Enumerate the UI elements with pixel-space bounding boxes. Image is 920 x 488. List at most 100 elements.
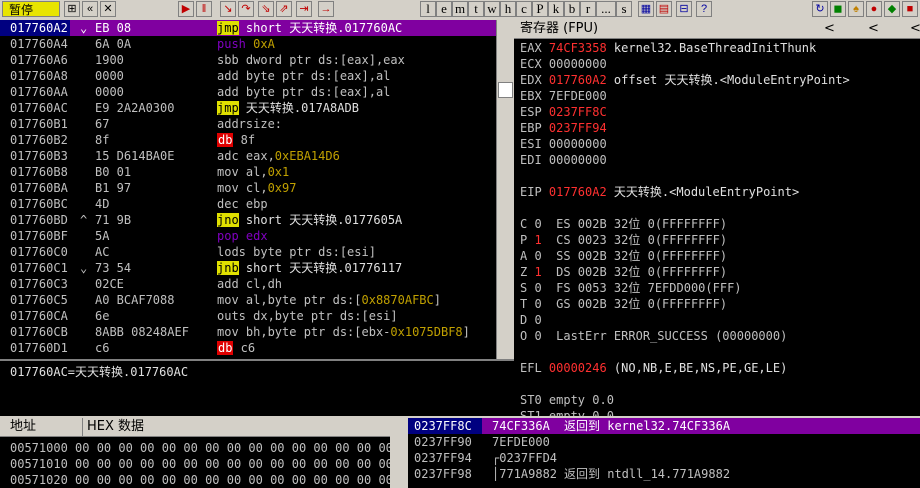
- disasm-row[interactable]: 017760AA 0000 add byte ptr ds:[eax],al: [0, 84, 496, 100]
- disassembly-scrollbar[interactable]: [496, 20, 515, 359]
- disasm-row[interactable]: 017760D1 c6 db c6: [0, 340, 496, 356]
- toolbar-e[interactable]: e: [436, 1, 452, 17]
- register-line[interactable]: EDI 00000000: [520, 152, 607, 168]
- scroll-thumb[interactable]: [498, 82, 513, 98]
- disasm-row[interactable]: 017760B3 15 D614BA0E adc eax,0xEBA14D6: [0, 148, 496, 164]
- record-icon[interactable]: ●: [866, 1, 882, 17]
- toolbar-l[interactable]: l: [420, 1, 436, 17]
- plugin-icon[interactable]: ◼: [830, 1, 846, 17]
- register-line[interactable]: P 1 CS 0023 32位 0(FFFFFFFF): [520, 232, 727, 248]
- refresh-icon[interactable]: ↻: [812, 1, 828, 17]
- stack-pane[interactable]: 0237FF8C 74CF336A 返回到 kernel32.74CF336A 023…: [408, 418, 920, 488]
- register-line[interactable]: O 0 LastErr ERROR_SUCCESS (00000000): [520, 328, 787, 344]
- chevron-left-icon[interactable]: <: [910, 20, 920, 38]
- disasm-row[interactable]: 017760C1 ⌄ 73 54 jnb short 天天转换.01776117: [0, 260, 496, 276]
- register-line[interactable]: ST1 empty 0.0: [520, 408, 614, 416]
- disasm-row[interactable]: 017760C3 02CE add cl,dh: [0, 276, 496, 292]
- disasm-address: 017760C0: [10, 245, 68, 259]
- options-icon[interactable]: ⊟: [676, 1, 692, 17]
- dump-pane[interactable]: 地址 HEX 数据 00571000 00 00 00 00 00 00 00 …: [0, 418, 408, 488]
- disasm-row[interactable]: 017760C0 AC lods byte ptr ds:[esi]: [0, 244, 496, 260]
- stack-row[interactable]: 0237FF8C 74CF336A 返回到 kernel32.74CF336A: [408, 418, 920, 434]
- register-line[interactable]: EDX 017760A2 offset 天天转换.<ModuleEntryPoi…: [520, 72, 850, 88]
- disasm-row[interactable]: 017760A2 ⌄ EB 08 jmp short 天天转换.017760AC: [0, 20, 496, 36]
- register-line[interactable]: ESI 00000000: [520, 136, 607, 152]
- toolbar-dots[interactable]: ...: [596, 1, 616, 17]
- step-over-icon[interactable]: ↷: [238, 1, 254, 17]
- windows-icon[interactable]: ▦: [638, 1, 654, 17]
- asm-token: db: [217, 133, 234, 147]
- open-icon[interactable]: ⊞: [64, 1, 80, 17]
- toolbar-p[interactable]: P: [532, 1, 548, 17]
- toolbar-c[interactable]: c: [516, 1, 532, 17]
- disasm-row[interactable]: 017760BC 4D dec ebp: [0, 196, 496, 212]
- disasm-row[interactable]: 017760C5 A0 BCAF7088 mov al,byte ptr ds:[0…: [0, 292, 496, 308]
- run-icon[interactable]: ▶: [178, 1, 194, 17]
- stack-row[interactable]: 0237FF90 7EFDE000: [408, 434, 920, 450]
- dump-scrollbar[interactable]: [390, 436, 408, 488]
- register-line[interactable]: ST0 empty 0.0: [520, 392, 614, 408]
- register-line[interactable]: A 0 SS 002B 32位 0(FFFFFFFF): [520, 248, 727, 264]
- toolbar-b[interactable]: b: [564, 1, 580, 17]
- disasm-address: 017760A2: [10, 21, 68, 35]
- register-token: 017760A2: [548, 185, 607, 199]
- dump-row[interactable]: 00571010 00 00 00 00 00 00 00 00 00 00 0…: [10, 456, 408, 472]
- disasm-row[interactable]: 017760A4 6A 0A push 0xA: [0, 36, 496, 52]
- trace-into-icon[interactable]: ⇘: [258, 1, 274, 17]
- disasm-row[interactable]: 017760A8 0000 add byte ptr ds:[eax],al: [0, 68, 496, 84]
- disasm-row[interactable]: 017760BA B1 97 mov cl,0x97: [0, 180, 496, 196]
- plugin3-icon[interactable]: ◆: [884, 1, 900, 17]
- disasm-row[interactable]: 017760BD ^ 71 9B jno short 天天转换.0177605A: [0, 212, 496, 228]
- register-line[interactable]: C 0 ES 002B 32位 0(FFFFFFFF): [520, 216, 727, 232]
- disasm-row[interactable]: 017760BF 5A pop edx: [0, 228, 496, 244]
- dump-row[interactable]: 00571000 00 00 00 00 00 00 00 00 00 00 0…: [10, 440, 408, 456]
- disassembly-pane[interactable]: 017760A2 ⌄ EB 08 jmp short 天天转换.017760AC 017…: [0, 20, 496, 359]
- stack-row[interactable]: 0237FF98 │771A9882 返回到 ntdll_14.771A9882: [408, 466, 920, 482]
- toolbar-t[interactable]: t: [468, 1, 484, 17]
- disasm-row[interactable]: 017760A6 1900 sbb dword ptr ds:[eax],eax: [0, 52, 496, 68]
- dump-header-addr[interactable]: 地址: [10, 418, 36, 436]
- disasm-row[interactable]: 017760AC E9 2A2A0300 jmp 天天转换.017A8ADB: [0, 100, 496, 116]
- grid-icon[interactable]: ▤: [656, 1, 672, 17]
- chevron-left-icon[interactable]: <: [824, 20, 835, 38]
- register-line[interactable]: EIP 017760A2 天天转换.<ModuleEntryPoint>: [520, 184, 799, 200]
- disasm-row[interactable]: 017760B1 67 addrsize:: [0, 116, 496, 132]
- restart-icon[interactable]: «: [82, 1, 98, 17]
- goto-icon[interactable]: →: [318, 1, 334, 17]
- stack-row[interactable]: 0237FF94 ┌0237FFD4: [408, 450, 920, 466]
- toolbar-w[interactable]: w: [484, 1, 500, 17]
- toolbar-h[interactable]: h: [500, 1, 516, 17]
- register-line[interactable]: ECX 00000000: [520, 56, 607, 72]
- disasm-instruction: db 8f: [217, 132, 255, 148]
- disasm-row[interactable]: 017760B2 8f db 8f: [0, 132, 496, 148]
- disasm-row[interactable]: 017760CB 8ABB 08248AEF mov bh,byte ptr ds:…: [0, 324, 496, 340]
- register-line[interactable]: ESP 0237FF8C: [520, 104, 607, 120]
- disasm-row[interactable]: 017760B8 B0 01 mov al,0x1: [0, 164, 496, 180]
- register-line[interactable]: D 0: [520, 312, 542, 328]
- register-line[interactable]: Z 1 DS 002B 32位 0(FFFFFFFF): [520, 264, 727, 280]
- register-line[interactable]: T 0 GS 002B 32位 0(FFFFFFFF): [520, 296, 727, 312]
- execute-till-return-icon[interactable]: ⇥: [296, 1, 312, 17]
- registers-pane[interactable]: 寄存器 (FPU) < < < EAX 74CF3358 kernel32.Ba…: [514, 20, 920, 416]
- toolbar-k[interactable]: k: [548, 1, 564, 17]
- plugin2-icon[interactable]: ♠: [848, 1, 864, 17]
- register-line[interactable]: EBX 7EFDE000: [520, 88, 607, 104]
- register-line[interactable]: EBP 0237FF94: [520, 120, 607, 136]
- toolbar-s[interactable]: s: [616, 1, 632, 17]
- register-line[interactable]: EFL 00000246 (NO,NB,E,BE,NS,PE,GE,LE): [520, 360, 787, 376]
- toolbar-m[interactable]: m: [452, 1, 468, 17]
- register-line[interactable]: EAX 74CF3358 kernel32.BaseThreadInitThun…: [520, 40, 816, 56]
- chevron-left-icon[interactable]: <: [868, 20, 879, 38]
- disasm-address: 017760B1: [10, 117, 68, 131]
- toolbar-r[interactable]: r: [580, 1, 596, 17]
- trace-over-icon[interactable]: ⇗: [276, 1, 292, 17]
- dump-header-hex[interactable]: HEX 数据: [82, 418, 144, 436]
- close-icon[interactable]: ✕: [100, 1, 116, 17]
- dump-row[interactable]: 00571020 00 00 00 00 00 00 00 00 00 00 0…: [10, 472, 408, 488]
- stop-icon[interactable]: ■: [902, 1, 918, 17]
- register-line[interactable]: S 0 FS 0053 32位 7EFDD000(FFF): [520, 280, 742, 296]
- step-into-icon[interactable]: ↘: [220, 1, 236, 17]
- help-icon[interactable]: ?: [696, 1, 712, 17]
- disasm-row[interactable]: 017760CA 6e outs dx,byte ptr ds:[esi]: [0, 308, 496, 324]
- pause-icon[interactable]: ‖: [196, 1, 212, 17]
